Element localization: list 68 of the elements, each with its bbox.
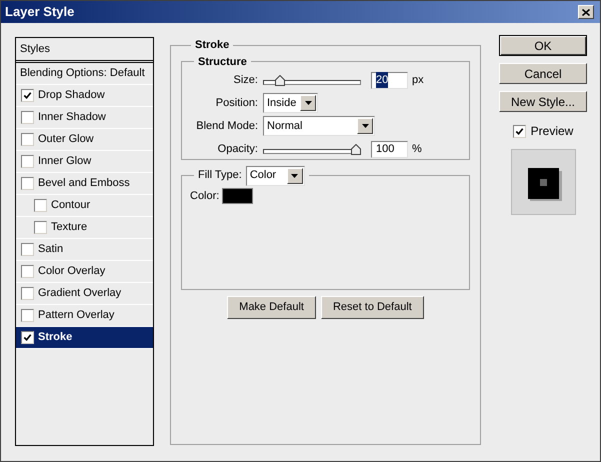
dialog-button[interactable]: Cancel — [499, 63, 587, 84]
style-item[interactable]: Color Overlay — [16, 261, 153, 283]
item-label: Outer Glow — [38, 132, 94, 148]
style-item[interactable]: Gradient Overlay — [16, 283, 153, 305]
dropdown[interactable]: Color — [246, 166, 305, 186]
preview-checkbox[interactable]: Preview — [499, 122, 587, 140]
slider-thumb[interactable] — [351, 144, 361, 154]
item-label: Texture — [51, 220, 88, 236]
checkbox[interactable] — [21, 243, 34, 256]
slider-thumb[interactable] — [275, 74, 286, 86]
checkbox[interactable] — [21, 309, 34, 322]
input-field[interactable]: 100 — [371, 140, 408, 158]
checkbox[interactable] — [21, 155, 34, 168]
checkbox[interactable] — [512, 124, 526, 138]
unit-label: px — [412, 72, 424, 88]
checkbox[interactable] — [21, 287, 34, 300]
style-item[interactable]: Bevel and Emboss — [16, 173, 153, 195]
preview-drawing — [510, 149, 576, 215]
close-icon — [582, 8, 590, 16]
list-header: Styles — [16, 38, 153, 61]
style-item[interactable]: Blending Options: Default — [16, 63, 153, 85]
style-item[interactable]: Satin — [16, 239, 153, 261]
close-button[interactable] — [578, 5, 594, 19]
field-label: Position: — [214, 96, 258, 111]
slider[interactable] — [263, 74, 361, 86]
item-label: Bevel and Emboss — [38, 176, 130, 192]
checkbox[interactable] — [21, 331, 34, 344]
dropdown[interactable]: Inside — [263, 93, 318, 113]
slider[interactable] — [263, 142, 361, 156]
style-item[interactable]: Contour — [16, 195, 153, 217]
checkbox[interactable] — [21, 265, 34, 278]
checkbox[interactable] — [34, 199, 47, 212]
checkbox[interactable] — [21, 89, 34, 102]
item-label: Inner Shadow — [38, 110, 106, 126]
item-label: Stroke — [38, 330, 72, 346]
input-field[interactable]: 20 — [371, 72, 408, 88]
field-label: Fill Type: — [198, 168, 242, 184]
group-title: Structure — [197, 54, 248, 70]
style-item[interactable]: Stroke — [16, 327, 153, 349]
checkbox[interactable] — [21, 133, 34, 146]
field-label: Size: — [232, 72, 258, 88]
checkbox[interactable] — [21, 177, 34, 190]
item-label: Gradient Overlay — [38, 286, 122, 302]
style-item[interactable]: Drop Shadow — [16, 85, 153, 107]
item-label: Satin — [38, 242, 64, 258]
checkbox[interactable] — [34, 221, 47, 234]
style-item[interactable]: Inner Glow — [16, 151, 153, 173]
item-label: Color Overlay — [38, 264, 106, 280]
dialog-button[interactable]: New Style... — [499, 91, 587, 112]
item-label: Contour — [51, 198, 90, 214]
group-title: Stroke — [194, 38, 230, 53]
action-button[interactable]: Make Default — [227, 296, 316, 318]
item-label: Pattern Overlay — [38, 308, 114, 324]
field-label: Blend Mode: — [195, 118, 258, 134]
action-button[interactable]: Reset to Default — [320, 296, 424, 318]
field-label: Color: — [190, 188, 220, 204]
item-label: Inner Glow — [38, 154, 92, 170]
unit-label: % — [412, 142, 422, 157]
item-label: Drop Shadow — [38, 88, 105, 104]
checkbox[interactable] — [21, 111, 34, 124]
dropdown[interactable]: Normal — [263, 116, 375, 136]
style-item[interactable]: Outer Glow — [16, 129, 153, 151]
window-title: Layer Style — [5, 3, 74, 22]
color-swatch[interactable] — [222, 188, 254, 204]
style-item[interactable]: Inner Shadow — [16, 107, 153, 129]
style-item[interactable]: Texture — [16, 217, 153, 239]
field-label: Opacity: — [216, 142, 258, 157]
dialog-button[interactable]: OK — [499, 35, 587, 56]
